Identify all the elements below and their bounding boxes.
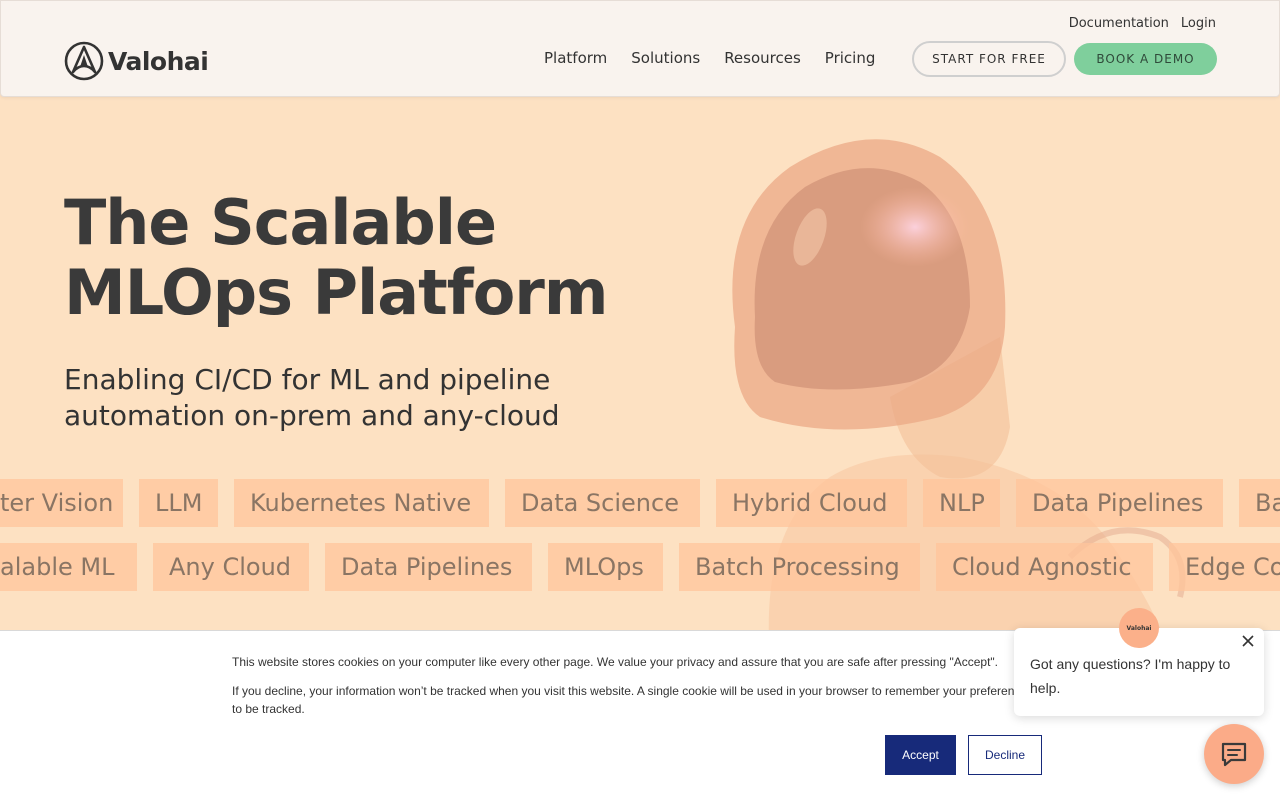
nav-platform[interactable]: Platform	[544, 49, 607, 67]
nav-pricing[interactable]: Pricing	[825, 49, 876, 67]
tag-nlp: NLP	[923, 479, 1000, 527]
tag-data-pipelines: Data Pipelines	[1016, 479, 1223, 527]
hero-title: The Scalable MLOps Platform	[64, 188, 684, 328]
cookie-text-line-2b: to be tracked.	[232, 702, 305, 716]
cookie-text-line-1: This website stores cookies on your comp…	[232, 655, 999, 669]
tag-mlops: MLOps	[548, 543, 663, 591]
logo[interactable]: Valohai	[64, 41, 209, 81]
tag-hybrid-cloud: Hybrid Cloud	[716, 479, 907, 527]
chat-avatar: Valohai	[1119, 608, 1159, 648]
cookie-text: This website stores cookies on your comp…	[232, 653, 1032, 718]
tag-data-pipelines-2: Data Pipelines	[325, 543, 532, 591]
accept-cookies-button[interactable]: Accept	[885, 735, 956, 775]
tag-llm: LLM	[139, 479, 218, 527]
hero-subtitle: Enabling CI/CD for ML and pipeline autom…	[64, 362, 664, 434]
decline-cookies-button[interactable]: Decline	[968, 735, 1042, 775]
close-icon[interactable]	[1240, 634, 1256, 650]
main-nav: Platform Solutions Resources Pricing	[544, 49, 875, 67]
chat-launcher-button[interactable]	[1204, 724, 1264, 784]
nav-resources[interactable]: Resources	[724, 49, 801, 67]
logo-text: Valohai	[108, 46, 209, 76]
tag-row-1: ter Vision LLM Kubernetes Native Data Sc…	[0, 479, 1280, 527]
cookie-text-line-2: If you decline, your information won’t b…	[232, 682, 1032, 718]
valohai-logo-icon	[64, 41, 104, 81]
hero-subtitle-line-1: Enabling CI/CD for ML and pipeline	[64, 363, 551, 396]
hero-title-line-2: MLOps Platform	[64, 256, 608, 329]
top-links: Documentation Login	[1069, 16, 1216, 31]
book-a-demo-button[interactable]: BOOK A DEMO	[1074, 43, 1217, 75]
nav-solutions[interactable]: Solutions	[631, 49, 700, 67]
tag-batch: Ba	[1239, 479, 1280, 527]
tag-cloud-agnostic: Cloud Agnostic	[936, 543, 1153, 591]
site-header: Valohai Documentation Login Platform Sol…	[0, 0, 1280, 97]
chat-icon	[1221, 742, 1247, 767]
tag-any-cloud: Any Cloud	[153, 543, 309, 591]
documentation-link[interactable]: Documentation	[1069, 16, 1169, 31]
hero-subtitle-line-2: automation on-prem and any-cloud	[64, 399, 560, 432]
chat-avatar-text: Valohai	[1126, 624, 1152, 632]
tag-scalable-ml: alable ML	[0, 543, 137, 591]
chat-message: Got any questions? I'm happy to help.	[1030, 656, 1231, 696]
hero-title-line-1: The Scalable	[64, 186, 497, 259]
tag-kubernetes-native: Kubernetes Native	[234, 479, 489, 527]
tag-batch-processing: Batch Processing	[679, 543, 920, 591]
tag-row-2: alable ML Any Cloud Data Pipelines MLOps…	[0, 543, 1280, 591]
tag-edge-computing: Edge Co	[1169, 543, 1280, 591]
cookie-text-line-2a: If you decline, your information won’t b…	[232, 684, 1015, 698]
tag-computer-vision: ter Vision	[0, 479, 123, 527]
tag-data-science: Data Science	[505, 479, 700, 527]
login-link[interactable]: Login	[1181, 16, 1216, 31]
start-for-free-button[interactable]: START FOR FREE	[912, 41, 1066, 77]
